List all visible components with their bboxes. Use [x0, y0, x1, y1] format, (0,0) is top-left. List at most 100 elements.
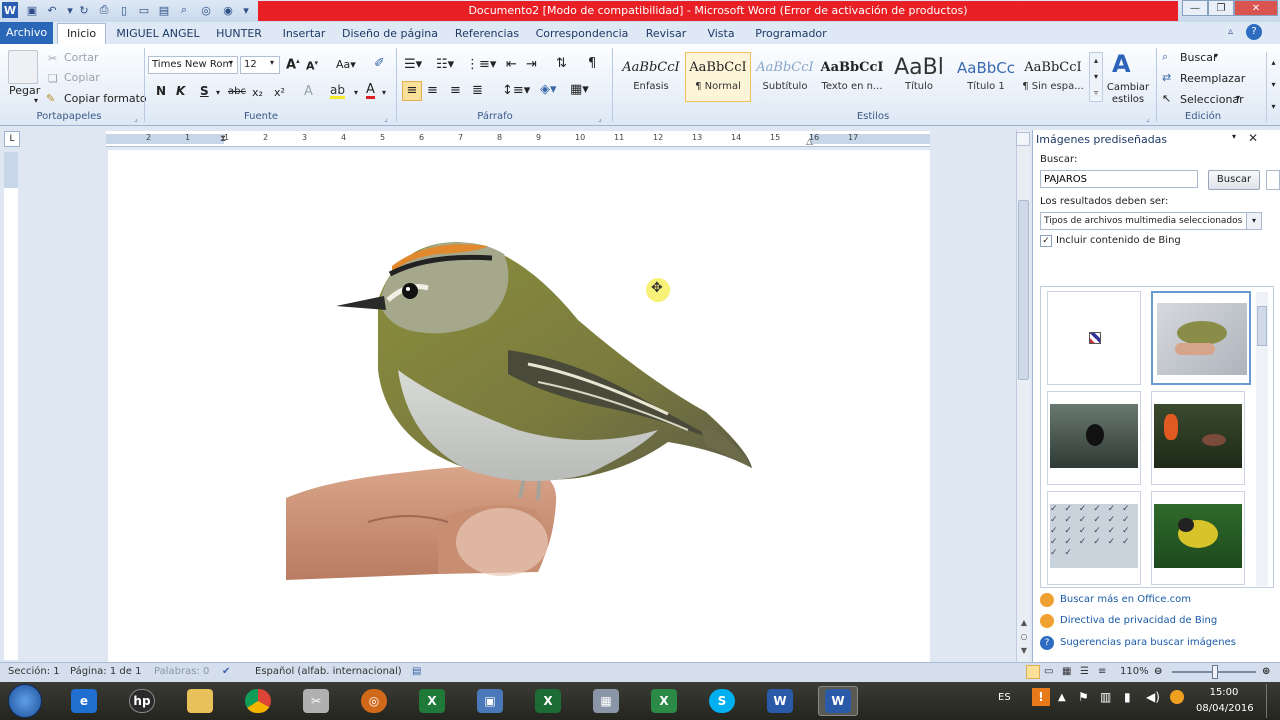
tab-miguel-angel[interactable]: MIGUEL ANGEL [114, 24, 202, 44]
document-scrollbar[interactable]: ▲ ○ ▼ [1016, 130, 1030, 662]
increase-indent-icon[interactable]: ⇥ [526, 57, 537, 72]
clipart-result-black-bird[interactable] [1047, 391, 1141, 485]
clipart-result-placeholder[interactable] [1047, 291, 1141, 385]
style-normal[interactable]: AaBbCcI ¶ Normal [685, 52, 751, 102]
format-painter-button[interactable]: Copiar formato [64, 92, 147, 105]
font-name-dropdown-icon[interactable]: ▾ [229, 58, 233, 67]
change-case-icon[interactable]: Aa▾ [336, 58, 356, 71]
find-icon[interactable]: ⌕ [176, 2, 192, 18]
shrink-font-icon[interactable]: A▾ [306, 59, 318, 73]
draft-icon[interactable]: ≡ [1098, 666, 1106, 677]
office-search-link[interactable]: Buscar más en Office.com [1060, 594, 1191, 605]
tab-vista[interactable]: Vista [700, 24, 742, 44]
notification-warning-icon[interactable]: ! [1032, 688, 1050, 706]
font-name-input[interactable]: Times New Rom [148, 56, 238, 74]
find-dropdown-icon[interactable]: ▾ [1214, 51, 1218, 60]
text-effects-icon[interactable]: A [304, 84, 313, 99]
style-enfasis[interactable]: AaBbCcI Énfasis [618, 52, 684, 102]
undo-icon[interactable]: ↶ [44, 2, 60, 18]
taskbar-media[interactable]: ◎ [354, 686, 394, 716]
show-hidden-icons[interactable]: ▲ [1058, 692, 1066, 703]
customize-toolbar-icon[interactable]: ▾ [238, 2, 254, 18]
tab-correspondencia[interactable]: Correspondencia [532, 24, 632, 44]
taskbar-date[interactable]: 08/04/2016 [1196, 703, 1254, 714]
tab-archivo[interactable]: Archivo [0, 22, 53, 44]
tab-selector[interactable]: L [4, 131, 20, 147]
proofing-icon[interactable]: ✔ [222, 666, 230, 677]
underline-dropdown-icon[interactable]: ▾ [216, 88, 220, 97]
highlight-dropdown-icon[interactable]: ▾ [354, 88, 358, 97]
paragraph-launcher-icon[interactable]: ⌟ [598, 114, 602, 123]
macro-icon[interactable]: ▤ [412, 666, 421, 677]
scrollbar-thumb[interactable] [1018, 200, 1029, 380]
volume-icon[interactable]: ◀) [1146, 690, 1160, 704]
minimize-ribbon-icon[interactable]: ▵ [1228, 26, 1233, 37]
taskbar-time[interactable]: 15:00 [1196, 687, 1252, 698]
replace-button[interactable]: Reemplazar [1180, 72, 1245, 85]
justify-icon[interactable]: ≣ [472, 83, 483, 98]
word-app-icon[interactable]: W [2, 2, 18, 18]
view-ruler-icon[interactable] [1016, 132, 1030, 146]
font-size-dropdown-icon[interactable]: ▾ [270, 58, 274, 67]
globe-icon[interactable]: ◎ [198, 2, 214, 18]
taskbar-language[interactable]: ES [998, 692, 1011, 703]
underline-button[interactable]: S [200, 84, 209, 98]
shading-icon[interactable]: ◈▾ [540, 82, 557, 97]
bing-privacy-link[interactable]: Directiva de privacidad de Bing [1060, 615, 1217, 626]
style-sin-espaciado[interactable]: AaBbCcI ¶ Sin espa... [1020, 52, 1086, 102]
zoom-level[interactable]: 110% [1120, 666, 1149, 677]
search-button[interactable]: Buscar [1208, 170, 1260, 190]
clipboard-launcher-icon[interactable]: ⌟ [134, 114, 138, 123]
taskbar-explorer[interactable] [180, 686, 220, 716]
zoom-slider-thumb[interactable] [1212, 665, 1218, 679]
close-button[interactable]: ✕ [1234, 0, 1278, 16]
subscript-button[interactable]: x₂ [252, 86, 263, 99]
search-tips-link[interactable]: Sugerencias para buscar imágenes [1060, 637, 1236, 648]
bing-checkbox[interactable]: ✓ [1040, 235, 1052, 247]
sort-icon[interactable]: ⇅ [556, 56, 567, 71]
bold-button[interactable]: N [156, 84, 166, 98]
web-layout-icon[interactable]: ▦ [1062, 666, 1071, 677]
taskbar-chrome[interactable] [238, 686, 278, 716]
borders-icon[interactable]: ▦▾ [570, 82, 589, 97]
tab-diseno-pagina[interactable]: Diseño de página [340, 24, 440, 44]
tab-referencias[interactable]: Referencias [450, 24, 524, 44]
tab-insertar[interactable]: Insertar [276, 24, 332, 44]
minimize-button[interactable]: — [1182, 0, 1208, 16]
paste-icon[interactable] [8, 50, 38, 84]
clipart-result-yellow-bird[interactable] [1151, 491, 1245, 585]
document-page[interactable]: ✥ [108, 150, 930, 662]
tab-inicio[interactable]: Inicio [57, 23, 106, 45]
tab-revisar[interactable]: Revisar [640, 24, 692, 44]
open-folder-icon[interactable]: ▭ [136, 2, 152, 18]
results-dropdown-icon[interactable]: ▾ [1246, 213, 1261, 229]
options-icon[interactable]: ◉ [220, 2, 236, 18]
clipart-result-hummingbird[interactable] [1151, 391, 1245, 485]
outline-icon[interactable]: ☰ [1080, 666, 1089, 677]
browse-buttons[interactable]: ▲ ○ ▼ [1019, 616, 1029, 658]
status-language[interactable]: Español (alfab. internacional) [255, 666, 402, 677]
print-preview-icon[interactable]: ⎙ [96, 2, 112, 18]
maximize-button[interactable]: ❐ [1208, 0, 1234, 16]
save-icon[interactable]: ▣ [24, 2, 40, 18]
taskbar-hp[interactable]: hp [122, 686, 162, 716]
taskbar-network[interactable]: ▣ [470, 686, 510, 716]
redo-icon[interactable]: ↻ [76, 2, 92, 18]
numbering-icon[interactable]: ☷▾ [436, 57, 454, 72]
signal-icon[interactable]: ▮ [1124, 690, 1131, 704]
highlight-icon[interactable]: ab [330, 84, 345, 99]
zoom-out-icon[interactable]: ⊖ [1154, 666, 1162, 677]
decrease-indent-icon[interactable]: ⇤ [506, 57, 517, 72]
save-as-icon[interactable]: ▤ [156, 2, 172, 18]
status-page[interactable]: Página: 1 de 1 [70, 666, 141, 677]
search-input[interactable] [1040, 170, 1198, 188]
change-styles-button[interactable]: Cambiar estilos [1106, 82, 1150, 106]
taskbar-excel-file[interactable]: X [412, 686, 452, 716]
styles-launcher-icon[interactable]: ⌟ [1146, 114, 1150, 123]
help-icon[interactable]: ? [1246, 24, 1262, 40]
zoom-in-icon[interactable]: ⊕ [1262, 666, 1270, 677]
status-section[interactable]: Sección: 1 [8, 666, 60, 677]
vertical-ruler[interactable] [4, 152, 18, 660]
new-document-icon[interactable]: ▯ [116, 2, 132, 18]
style-titulo[interactable]: AaBl Título [886, 52, 952, 102]
